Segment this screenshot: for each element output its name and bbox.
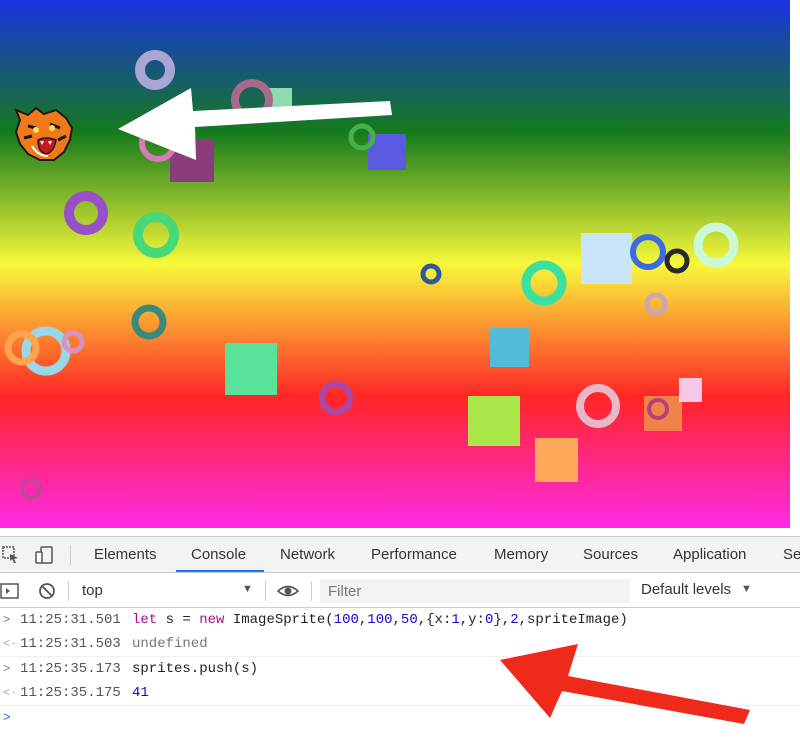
square-sprite [581, 233, 632, 284]
tab-performance[interactable]: Performance [371, 537, 457, 573]
devtools-tabbar: Elements Console Network Performance Mem… [0, 536, 800, 573]
tab-console[interactable]: Console [191, 537, 246, 573]
square-sprite [225, 343, 277, 395]
square-sprite [535, 438, 578, 482]
devtools-panel: Elements Console Network Performance Mem… [0, 528, 800, 746]
square-sprite [468, 396, 520, 446]
filter-input[interactable] [320, 579, 630, 603]
tab-separator [70, 545, 71, 565]
eye-icon[interactable] [276, 582, 300, 600]
inspect-element-icon[interactable] [2, 546, 20, 564]
timestamp: 11:25:31.503 [20, 636, 121, 652]
clear-console-icon[interactable] [38, 582, 56, 600]
chevron-down-icon[interactable]: ▼ [741, 583, 752, 595]
device-toolbar-icon[interactable] [34, 545, 54, 565]
tab-elements[interactable]: Elements [94, 537, 157, 573]
context-selector[interactable]: top [82, 582, 103, 599]
result-chevron-icon: <· [3, 686, 18, 700]
tab-memory[interactable]: Memory [494, 537, 548, 573]
prompt-chevron-icon: > [3, 710, 11, 725]
timestamp: 11:25:31.501 [20, 612, 121, 628]
input-chevron-icon: > [3, 613, 11, 627]
console-toolbar: top ▼ Default levels ▼ [0, 574, 800, 608]
console-result: 41 [132, 685, 149, 701]
input-chevron-icon: > [3, 662, 11, 676]
console-code: sprites.push(s) [132, 661, 259, 677]
console-entry: > 11:25:31.501 let s = new ImageSprite(1… [0, 608, 800, 632]
tab-sources[interactable]: Sources [583, 537, 638, 573]
square-sprite [679, 378, 702, 402]
gradient-background [0, 0, 790, 528]
toolbar-separator [311, 581, 312, 601]
result-chevron-icon: <· [3, 637, 18, 651]
active-tab-indicator [176, 570, 264, 572]
page-gutter [790, 0, 800, 528]
tab-security[interactable]: Se [783, 537, 800, 573]
toolbar-separator [265, 581, 266, 601]
timestamp: 11:25:35.175 [20, 685, 121, 701]
red-arrow [500, 644, 750, 724]
toolbar-separator [68, 581, 69, 601]
log-levels-dropdown[interactable]: Default levels [641, 581, 731, 598]
timestamp: 11:25:35.173 [20, 661, 121, 677]
square-sprite [490, 328, 529, 367]
tab-network[interactable]: Network [280, 537, 335, 573]
chevron-down-icon[interactable]: ▼ [242, 583, 253, 595]
tab-application[interactable]: Application [673, 537, 746, 573]
console-code: let s = new ImageSprite(100,100,50,{x:1,… [132, 612, 628, 628]
animation-canvas[interactable] [0, 0, 790, 528]
console-result: undefined [132, 636, 208, 652]
canvas-svg [0, 0, 790, 528]
sidebar-toggle-icon[interactable] [0, 582, 20, 600]
